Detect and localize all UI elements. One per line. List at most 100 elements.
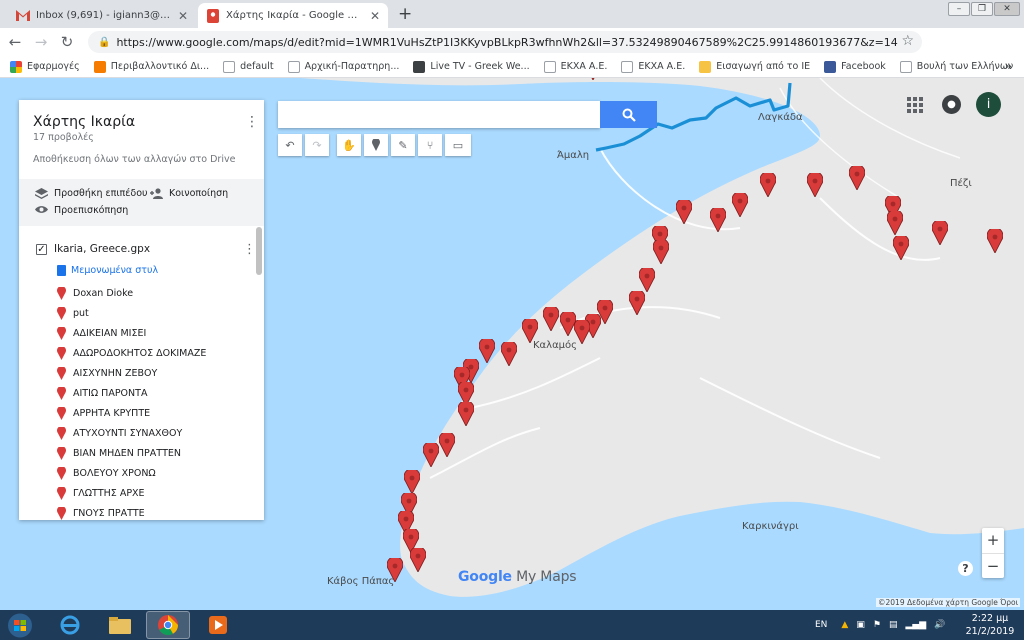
map-marker[interactable]	[932, 221, 948, 245]
map-marker[interactable]	[710, 208, 726, 232]
close-window-button[interactable]: ✕	[994, 2, 1020, 16]
feature-item[interactable]: ΑΔΙΚΕΙΑΝ ΜΙΣΕΙ	[57, 325, 146, 340]
feature-item[interactable]: ΑΤΥΧΟΥΝΤΙ ΣΥΝΑΧΘΟΥ	[57, 425, 182, 440]
taskbar-chrome[interactable]	[146, 611, 190, 639]
language-indicator[interactable]: EN	[815, 620, 827, 630]
taskbar-ie[interactable]	[48, 611, 92, 639]
feature-item[interactable]: ΑΔΩΡΟΔΟΚΗΤΟΣ ΔΟΚΙΜΑΖΕ	[57, 345, 206, 360]
address-bar[interactable]: 🔒 https://www.google.com/maps/d/edit?mid…	[88, 31, 922, 53]
google-apps-icon[interactable]	[906, 96, 924, 114]
bookmark-item[interactable]: Αρχική-Παρατηρη...	[287, 60, 399, 73]
tab-my-maps[interactable]: Χάρτης Ικαρία - Google My Map ✕	[198, 3, 388, 28]
layer-name[interactable]: Ikaria, Greece.gpx	[54, 243, 150, 255]
map-marker[interactable]	[807, 173, 823, 197]
forward-arrow-icon[interactable]: →	[30, 33, 52, 51]
map-marker[interactable]	[439, 433, 455, 457]
redo-icon[interactable]: ↷	[305, 134, 329, 156]
map-marker[interactable]	[560, 312, 576, 336]
zoom-out-button[interactable]: −	[982, 554, 1004, 579]
warning-icon[interactable]: ▲	[841, 620, 848, 630]
help-button[interactable]: ?	[958, 561, 973, 576]
reload-icon[interactable]: ↻	[56, 33, 78, 51]
add-layer-button[interactable]: Προσθήκη επιπέδου	[35, 188, 148, 199]
system-clock[interactable]: 2:22 μμ 21/2/2019	[960, 612, 1020, 638]
map-marker[interactable]	[676, 200, 692, 224]
map-marker[interactable]	[849, 166, 865, 190]
map-marker[interactable]	[629, 291, 645, 315]
map-marker[interactable]	[410, 548, 426, 572]
map-title[interactable]: Χάρτης Ικαρία	[33, 114, 135, 130]
notifications-bell-icon[interactable]: ●	[942, 95, 961, 114]
restore-button[interactable]: ❐	[971, 2, 993, 16]
map-marker[interactable]	[639, 268, 655, 292]
bookmark-item[interactable]: Facebook	[824, 60, 886, 73]
network-icon[interactable]: ▣	[856, 620, 865, 630]
measure-ruler-icon[interactable]: ▭	[445, 134, 471, 156]
map-marker[interactable]	[987, 229, 1003, 253]
tab-gmail[interactable]: Inbox (9,691) - igiann3@gmail.co ✕	[8, 3, 196, 28]
bookmark-item[interactable]: Βουλή των Ελλήνων	[899, 60, 1013, 73]
map-marker[interactable]	[522, 319, 538, 343]
map-marker[interactable]	[479, 339, 495, 363]
feature-item[interactable]: Doxan Dioke	[57, 285, 133, 300]
taskbar-explorer[interactable]	[98, 611, 142, 639]
map-marker[interactable]	[585, 78, 601, 80]
feature-item[interactable]: put	[57, 305, 89, 320]
more-bookmarks-icon[interactable]: »	[1005, 59, 1012, 73]
search-button[interactable]	[600, 101, 657, 128]
map-marker[interactable]	[501, 342, 517, 366]
undo-icon[interactable]: ↶	[278, 134, 302, 156]
map-marker[interactable]	[574, 320, 590, 344]
map-marker[interactable]	[423, 443, 439, 467]
bookmark-item[interactable]: default	[223, 60, 274, 73]
add-marker-icon[interactable]	[364, 134, 388, 156]
bookmark-item[interactable]: Live TV - Greek We...	[413, 60, 530, 73]
feature-item[interactable]: ΓΝΟΥΣ ΠΡΑΤΤΕ	[57, 505, 145, 520]
bookmark-item[interactable]: ΕΚΧΑ Α.Ε.	[543, 60, 607, 73]
bookmark-item[interactable]: Περιβαλλοντικό Δι...	[93, 60, 209, 73]
share-button[interactable]: Κοινοποίηση	[150, 188, 228, 199]
map-marker[interactable]	[404, 470, 420, 494]
feature-item[interactable]: ΑΡΡΗΤΑ ΚΡΥΠΤΕ	[57, 405, 150, 420]
map-canvas[interactable]: Λαγκάδα Άμαλη Πέζι Καλαμός Καρκινάγρι Κά…	[0, 78, 1024, 610]
map-marker[interactable]	[653, 240, 669, 264]
feature-item[interactable]: ΒΟΛΕΥΟΥ ΧΡΟΝΩ	[57, 465, 156, 480]
start-button[interactable]	[5, 612, 35, 639]
draw-line-icon[interactable]: ✎	[391, 134, 415, 156]
minimize-button[interactable]: –	[948, 2, 970, 16]
map-marker[interactable]	[543, 307, 559, 331]
map-copyright[interactable]: ©2019 Δεδομένα χάρτη Google Όροι	[876, 598, 1021, 607]
map-marker[interactable]	[887, 211, 903, 235]
device-icon[interactable]: ▤	[889, 620, 898, 630]
directions-icon[interactable]: ⑂	[418, 134, 442, 156]
layer-options-menu-icon[interactable]: ⋮	[243, 242, 256, 257]
zoom-in-button[interactable]: +	[982, 528, 1004, 553]
map-marker[interactable]	[387, 558, 403, 582]
pan-hand-icon[interactable]: ✋	[337, 134, 361, 156]
layer-style-link[interactable]: Μεμονωμένα στυλ	[57, 265, 158, 276]
map-options-menu-icon[interactable]: ⋮	[245, 114, 259, 130]
close-tab-icon[interactable]: ✕	[370, 9, 380, 23]
account-avatar[interactable]: i	[976, 92, 1001, 117]
bookmark-apps[interactable]: Εφαρμογές	[10, 60, 80, 73]
signal-icon[interactable]: ▂▄▆	[905, 620, 926, 630]
back-arrow-icon[interactable]: ←	[4, 33, 26, 51]
taskbar-media[interactable]	[196, 611, 240, 639]
feature-item[interactable]: ΑΙΣΧΥΝΗΝ ΖΕΒΟΥ	[57, 365, 157, 380]
map-marker[interactable]	[760, 173, 776, 197]
preview-button[interactable]: Προεπισκόπηση	[35, 205, 128, 216]
feature-item[interactable]: ΑΙΤΙΩ ΠΑΡΟΝΤΑ	[57, 385, 147, 400]
volume-icon[interactable]: 🔊	[934, 620, 945, 630]
map-search-input[interactable]	[278, 101, 600, 128]
bookmark-star-icon[interactable]: ☆	[901, 33, 914, 49]
bookmark-item[interactable]: Εισαγωγή από το IE	[699, 60, 810, 73]
close-tab-icon[interactable]: ✕	[178, 9, 188, 23]
layer-visibility-checkbox[interactable]: ✓	[36, 244, 47, 255]
map-marker[interactable]	[458, 402, 474, 426]
bookmark-item[interactable]: ΕΚΧΑ Α.Ε.	[621, 60, 685, 73]
map-marker[interactable]	[732, 193, 748, 217]
new-tab-button[interactable]: +	[398, 4, 412, 24]
map-marker[interactable]	[893, 236, 909, 260]
feature-item[interactable]: ΒΙΑΝ ΜΗΔΕΝ ΠΡΑΤΤΕΝ	[57, 445, 181, 460]
feature-item[interactable]: ΓΛΩΤΤΗΣ ΑΡΧΕ	[57, 485, 145, 500]
